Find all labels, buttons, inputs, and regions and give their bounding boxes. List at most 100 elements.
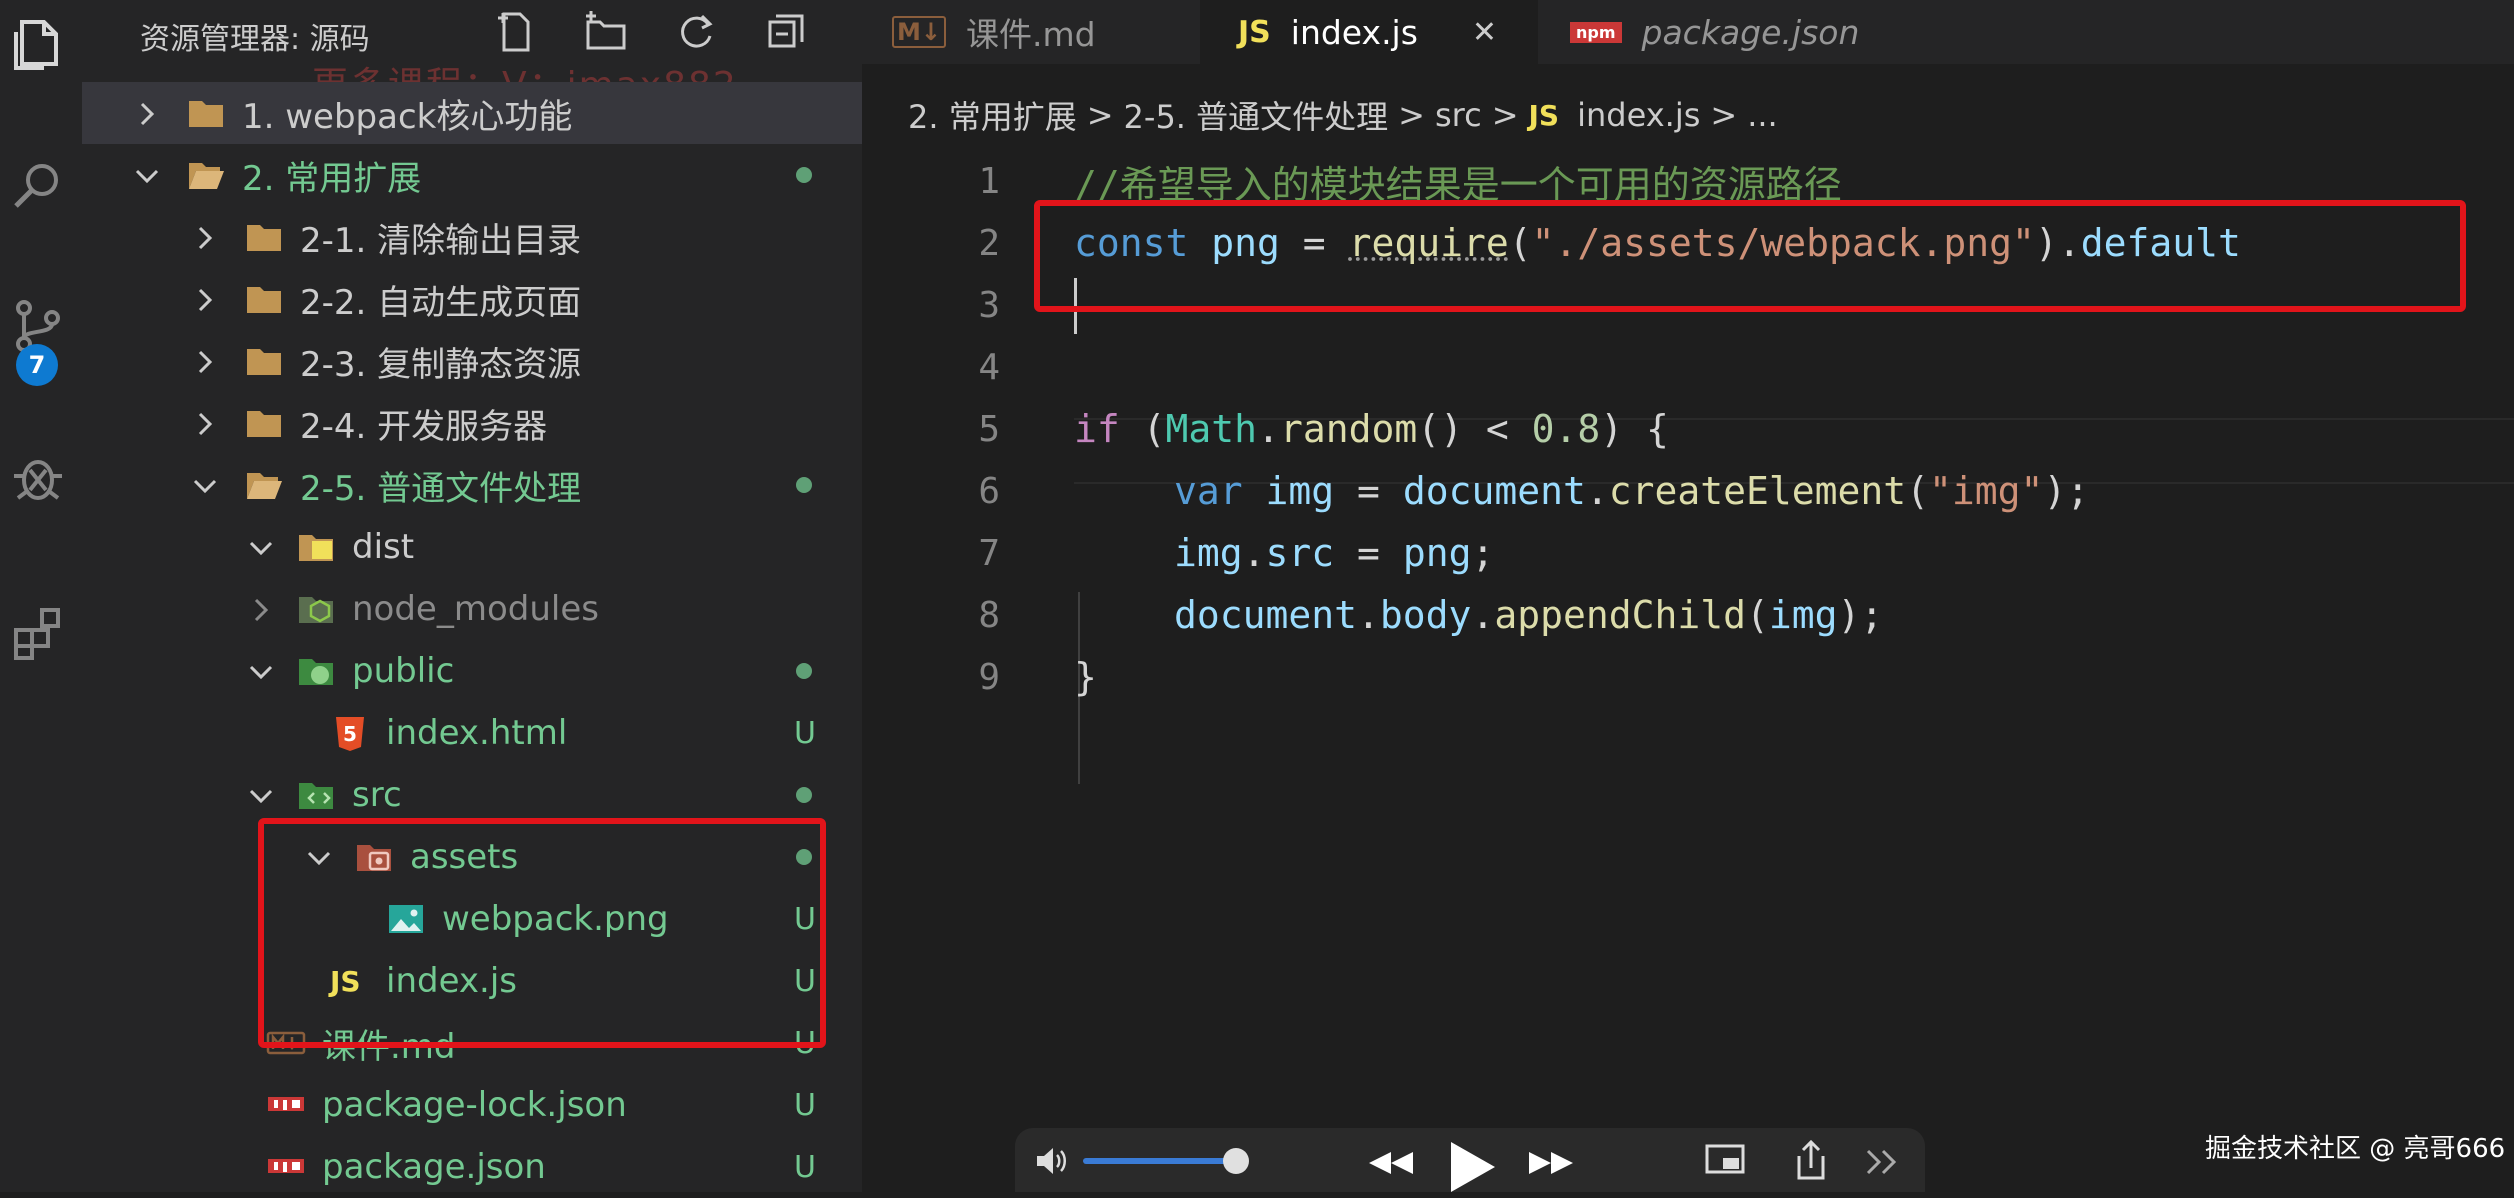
double-chevron-right-icon[interactable] — [1865, 1148, 1899, 1176]
tree-label: public — [352, 651, 455, 691]
node-modules-folder-icon — [296, 589, 336, 629]
line-number: 2 — [978, 222, 1000, 264]
tree-folder-html-page[interactable]: 2-2. 自动生成页面 — [82, 268, 862, 330]
tree-folder-dist[interactable]: dist — [82, 516, 862, 578]
fast-forward-icon[interactable] — [1527, 1150, 1575, 1176]
tree-file-package-lock-json[interactable]: package-lock.json U — [82, 1074, 862, 1136]
tree-folder-file-handling[interactable]: 2-5. 普通文件处理 — [82, 454, 862, 516]
scm-badge: 7 — [16, 344, 58, 386]
tab-courseware-md[interactable]: M↓ 课件.md — [862, 0, 1198, 64]
tree-label: 2-3. 复制静态资源 — [300, 344, 582, 385]
variable-token: document — [1174, 593, 1358, 637]
volume-slider-track[interactable] — [1083, 1158, 1243, 1164]
tree-folder-public[interactable]: public — [82, 640, 862, 702]
video-player-controls — [1015, 1128, 1925, 1192]
operator-token: = — [1334, 469, 1403, 513]
tree-folder-dev-server[interactable]: 2-4. 开发服务器 — [82, 392, 862, 454]
folder-icon — [186, 93, 226, 133]
code-line-7: 7 img.src = png; — [862, 522, 2514, 584]
folder-icon — [244, 341, 284, 381]
markdown-icon: M↓ — [892, 16, 946, 48]
chevron-down-icon — [190, 470, 220, 500]
number-token: 0.8 — [1531, 407, 1601, 451]
tree-label: 1. webpack核心功能 — [242, 96, 573, 137]
punctuation-token: ( — [1906, 469, 1930, 513]
tree-label: node_modules — [352, 589, 599, 629]
code-line-4: 4 — [862, 336, 2514, 398]
modified-dot — [796, 663, 812, 679]
chevron-right-icon — [190, 222, 220, 252]
class-token: Math — [1165, 407, 1258, 451]
search-icon[interactable] — [8, 156, 68, 216]
breadcrumb-more[interactable]: ... — [1747, 96, 1778, 134]
punctuation-token: () < — [1417, 407, 1532, 451]
punctuation-token: . — [1257, 407, 1280, 451]
new-folder-icon[interactable] — [582, 8, 630, 56]
tree-folder-clean[interactable]: 2-1. 清除输出目录 — [82, 206, 862, 268]
picture-in-picture-icon[interactable] — [1705, 1144, 1745, 1178]
npm-icon — [266, 1147, 306, 1187]
tab-package-json[interactable]: npm package.json — [1540, 0, 1912, 64]
tree-label: src — [352, 775, 402, 815]
share-icon[interactable] — [1795, 1140, 1827, 1180]
code-line-6: 6 var img = document.createElement("img"… — [862, 460, 2514, 522]
tree-label: 2-5. 普通文件处理 — [300, 468, 582, 509]
close-icon[interactable]: ✕ — [1472, 15, 1497, 50]
extensions-icon[interactable] — [8, 602, 68, 662]
line-number: 1 — [978, 160, 1000, 202]
tree-label: 2-1. 清除输出目录 — [300, 220, 582, 261]
breadcrumb-item[interactable]: 2. 常用扩展 — [908, 92, 1077, 138]
untracked-status: U — [794, 715, 816, 751]
tree-folder-webpack-core[interactable]: 1. webpack核心功能 — [82, 82, 862, 144]
punctuation-token: . — [1242, 531, 1266, 575]
tree-folder-node-modules[interactable]: node_modules — [82, 578, 862, 640]
property-token: src — [1265, 531, 1335, 575]
code-line-5: 5 if (Math.random() < 0.8) { — [862, 398, 2514, 460]
variable-token: img — [1768, 593, 1838, 637]
punctuation-token: . — [1471, 593, 1495, 637]
chevron-down-icon — [246, 532, 276, 562]
folder-icon — [244, 217, 284, 257]
volume-icon[interactable] — [1035, 1146, 1071, 1176]
rewind-icon[interactable] — [1367, 1150, 1415, 1176]
breadcrumb-item[interactable]: index.js — [1577, 96, 1700, 134]
tree-file-package-json[interactable]: package.json U — [82, 1136, 862, 1198]
tree-label: 2-2. 自动生成页面 — [300, 282, 582, 323]
tab-index-js[interactable]: JS index.js ✕ — [1200, 0, 1538, 64]
collapse-all-icon[interactable] — [762, 8, 810, 56]
tree-folder-copy-static[interactable]: 2-3. 复制静态资源 — [82, 330, 862, 392]
tree-folder-common-ext[interactable]: 2. 常用扩展 — [82, 144, 862, 206]
explorer-icon[interactable] — [8, 14, 68, 74]
svg-text:5: 5 — [343, 722, 357, 746]
chevron-down-icon — [246, 656, 276, 686]
annotation-highlight-code — [1034, 200, 2466, 312]
property-token: body — [1379, 593, 1472, 637]
new-file-icon[interactable] — [492, 8, 540, 56]
line-number: 5 — [978, 408, 1000, 450]
debug-icon[interactable] — [8, 446, 68, 506]
folder-open-icon — [244, 465, 284, 505]
site-credit: 掘金技术社区 @ 亮哥666 — [2205, 1134, 2506, 1164]
dist-folder-icon — [296, 527, 336, 567]
npm-icon — [266, 1085, 306, 1125]
tree-file-index-html[interactable]: 5 index.html U — [82, 702, 862, 764]
breadcrumb-item[interactable]: 2-5. 普通文件处理 — [1124, 92, 1389, 138]
sidebar-header: 资源管理器: 源码 — [82, 0, 862, 64]
chevron-right-icon — [246, 594, 276, 624]
folder-open-icon — [186, 155, 226, 195]
punctuation-token: } — [1074, 655, 1097, 699]
code-editor[interactable]: 1 //希望导入的模块结果是一个可用的资源路径 2 const png = re… — [862, 150, 2514, 870]
play-icon[interactable] — [1447, 1140, 1497, 1192]
volume-slider-thumb[interactable] — [1223, 1148, 1249, 1174]
tree-label: 2. 常用扩展 — [242, 158, 422, 199]
code-line-9: 9 } — [862, 646, 2514, 708]
breadcrumb-item[interactable]: src — [1435, 96, 1482, 134]
variable-token: img — [1174, 531, 1243, 575]
punctuation-token: ( — [1746, 593, 1769, 637]
editor-tabs: M↓ 课件.md JS index.js ✕ npm package.json — [862, 0, 2514, 64]
code-line-8: 8 document.body.appendChild(img); — [862, 584, 2514, 646]
keyword-token: var — [1174, 469, 1243, 513]
tree-folder-src[interactable]: src — [82, 764, 862, 826]
refresh-icon[interactable] — [672, 8, 720, 56]
chevron-down-icon — [246, 780, 276, 810]
